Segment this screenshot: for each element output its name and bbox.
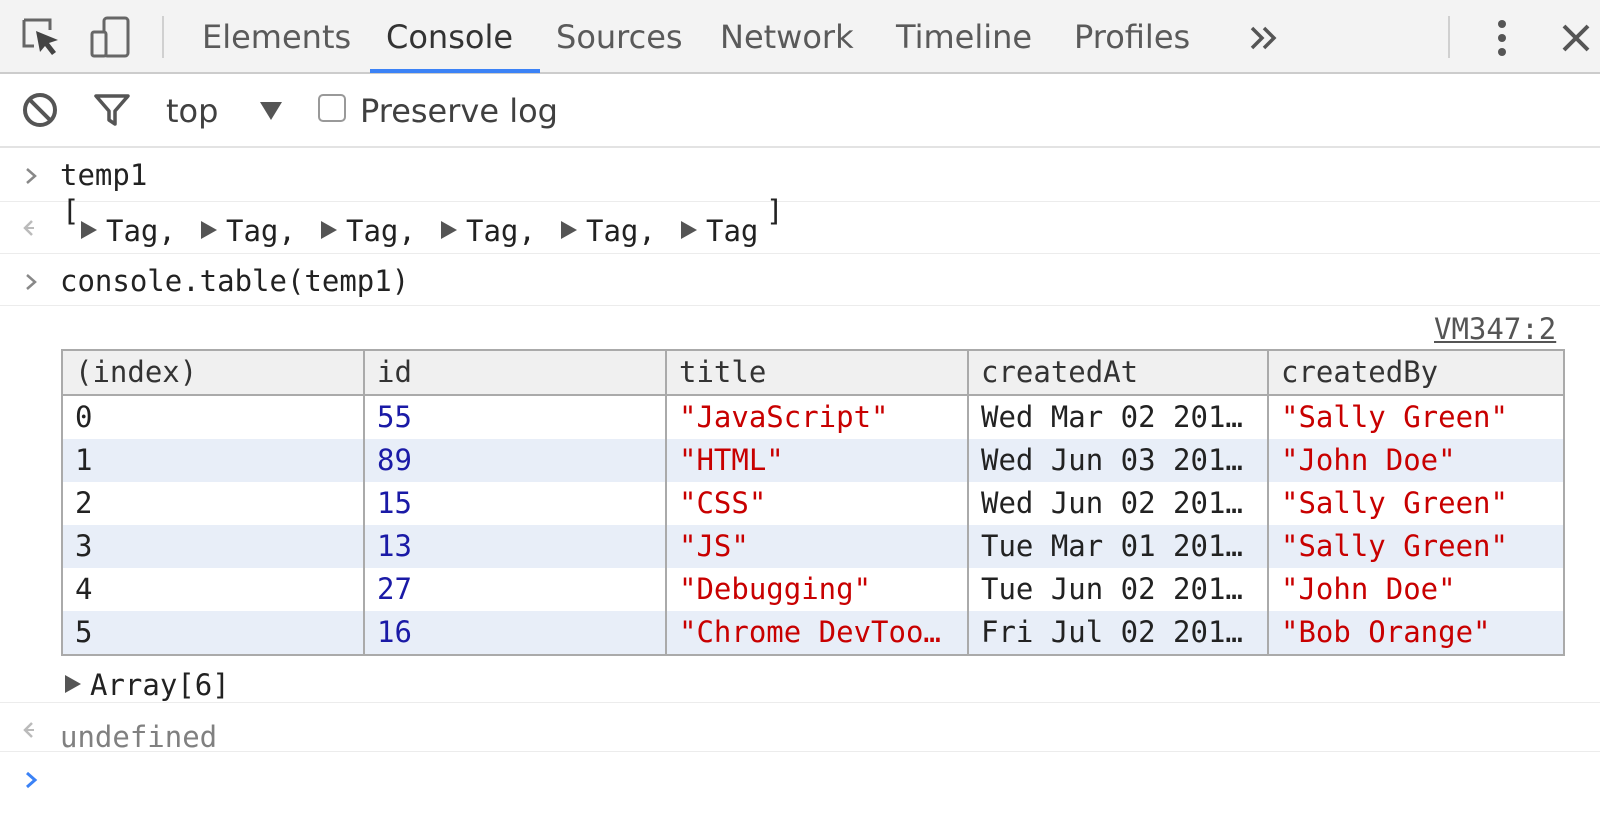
cell-index: 3 — [61, 525, 364, 568]
cell-id: 27 — [363, 568, 666, 611]
table-header-row: (index) id title createdAt createdBy — [61, 350, 1564, 396]
cell-createdby: "John Doe" — [1267, 568, 1564, 611]
array-item-label: Tag, — [586, 214, 656, 248]
dropdown-arrow-icon[interactable] — [256, 98, 286, 124]
column-header-createdat[interactable]: createdAt — [967, 350, 1268, 396]
cell-createdat: Tue Jun 02 201… — [967, 568, 1268, 611]
preserve-log-checkbox[interactable] — [318, 94, 346, 122]
cell-index: 5 — [61, 611, 364, 655]
tab-timeline[interactable]: Timeline — [896, 0, 1032, 74]
toolbar-divider — [1448, 16, 1450, 58]
cell-title: "Chrome DevToo… — [665, 611, 968, 655]
array-item-label: Tag, — [226, 214, 296, 248]
cell-createdby: "Sally Green" — [1267, 395, 1564, 439]
tab-console[interactable]: Console — [386, 0, 513, 74]
console-prompt-row[interactable] — [0, 756, 1600, 806]
column-header-title[interactable]: title — [665, 350, 968, 396]
cell-id: 13 — [363, 525, 666, 568]
table-row: 0 55 "JavaScript" Wed Mar 02 201… "Sally… — [61, 395, 1564, 439]
table-row: 3 13 "JS" Tue Mar 01 201… "Sally Green" — [61, 525, 1564, 568]
chevron-right-icon[interactable] — [20, 768, 44, 792]
chevron-right-icon — [26, 274, 37, 290]
close-icon[interactable] — [1556, 18, 1596, 58]
column-header-id[interactable]: id — [363, 350, 666, 396]
cell-createdat: Fri Jul 02 201… — [967, 611, 1268, 655]
cell-id: 89 — [363, 439, 666, 482]
cell-title: "Debugging" — [665, 568, 968, 611]
cell-title: "HTML" — [665, 439, 968, 482]
cell-index: 4 — [61, 568, 364, 611]
cell-index: 2 — [61, 482, 364, 525]
array-item-label: Tag — [706, 214, 759, 248]
chevron-right-icon — [26, 168, 37, 184]
column-header-createdby[interactable]: createdBy — [1267, 350, 1564, 396]
console-result-undefined: undefined — [60, 720, 218, 754]
source-link[interactable]: VM347:2 — [1434, 312, 1556, 346]
cell-createdby: "John Doe" — [1267, 439, 1564, 482]
cell-id: 55 — [363, 395, 666, 439]
expand-triangle-icon[interactable] — [438, 218, 460, 242]
expand-triangle-icon[interactable] — [62, 672, 84, 696]
table-row: 2 15 "CSS" Wed Jun 02 201… "Sally Green" — [61, 482, 1564, 525]
expand-triangle-icon[interactable] — [558, 218, 580, 242]
tab-sources[interactable]: Sources — [556, 0, 683, 74]
console-toolbar: top Preserve log — [0, 74, 1600, 148]
console-command: console.table(temp1) — [60, 264, 410, 298]
toolbar-divider — [162, 16, 164, 58]
console-result-row — [0, 704, 1600, 752]
expand-triangle-icon[interactable] — [678, 218, 700, 242]
cell-title: "JavaScript" — [665, 395, 968, 439]
expand-triangle-icon[interactable] — [78, 218, 100, 242]
cell-createdat: Wed Jun 02 201… — [967, 482, 1268, 525]
cell-index: 1 — [61, 439, 364, 482]
table-row: 5 16 "Chrome DevToo… Fri Jul 02 201… "Bo… — [61, 611, 1564, 655]
cell-createdby: "Sally Green" — [1267, 525, 1564, 568]
cell-id: 16 — [363, 611, 666, 655]
devtools-tab-bar: Elements Console Sources Network Timelin… — [0, 0, 1600, 74]
kebab-menu-icon[interactable] — [1484, 16, 1520, 60]
cell-index: 0 — [61, 395, 364, 439]
cell-createdat: Wed Jun 03 201… — [967, 439, 1268, 482]
array-summary[interactable]: Array[6] — [90, 668, 230, 702]
array-item-label: Tag, — [346, 214, 416, 248]
expand-triangle-icon[interactable] — [198, 218, 220, 242]
cell-createdby: "Sally Green" — [1267, 482, 1564, 525]
clear-console-icon[interactable] — [20, 90, 60, 130]
return-arrow-icon — [23, 722, 34, 738]
chevron-double-right-icon[interactable] — [1246, 18, 1286, 58]
inspect-element-icon[interactable] — [18, 14, 64, 60]
tab-network[interactable]: Network — [720, 0, 854, 74]
array-item-label: Tag, — [106, 214, 176, 248]
cell-createdby: "Bob Orange" — [1267, 611, 1564, 655]
expand-triangle-icon[interactable] — [318, 218, 340, 242]
console-table: (index) id title createdAt createdBy 0 5… — [61, 349, 1565, 656]
console-result-row: [ Tag, Tag, Tag, Tag, Tag, Tag ] — [0, 194, 1600, 254]
filter-icon[interactable] — [92, 90, 132, 130]
column-header-index[interactable]: (index) — [61, 350, 364, 396]
message-divider — [0, 702, 1600, 703]
console-command: temp1 — [60, 158, 148, 192]
cell-title: "JS" — [665, 525, 968, 568]
tab-elements[interactable]: Elements — [202, 0, 351, 74]
cell-createdat: Wed Mar 02 201… — [967, 395, 1268, 439]
device-mode-icon[interactable] — [88, 14, 134, 60]
array-item-label: Tag, — [466, 214, 536, 248]
tab-profiles[interactable]: Profiles — [1074, 0, 1190, 74]
cell-id: 15 — [363, 482, 666, 525]
context-selector-value[interactable]: top — [166, 74, 218, 148]
cell-createdat: Tue Mar 01 201… — [967, 525, 1268, 568]
console-input-row: console.table(temp1) — [0, 256, 1600, 306]
array-close-bracket: ] — [766, 194, 784, 228]
return-arrow-icon — [23, 220, 34, 236]
cell-title: "CSS" — [665, 482, 968, 525]
table-row: 1 89 "HTML" Wed Jun 03 201… "John Doe" — [61, 439, 1564, 482]
array-open-bracket: [ — [62, 194, 80, 228]
console-input-row: temp1 — [0, 150, 1600, 202]
active-tab-indicator — [370, 69, 540, 73]
preserve-log-label[interactable]: Preserve log — [360, 74, 558, 148]
table-row: 4 27 "Debugging" Tue Jun 02 201… "John D… — [61, 568, 1564, 611]
